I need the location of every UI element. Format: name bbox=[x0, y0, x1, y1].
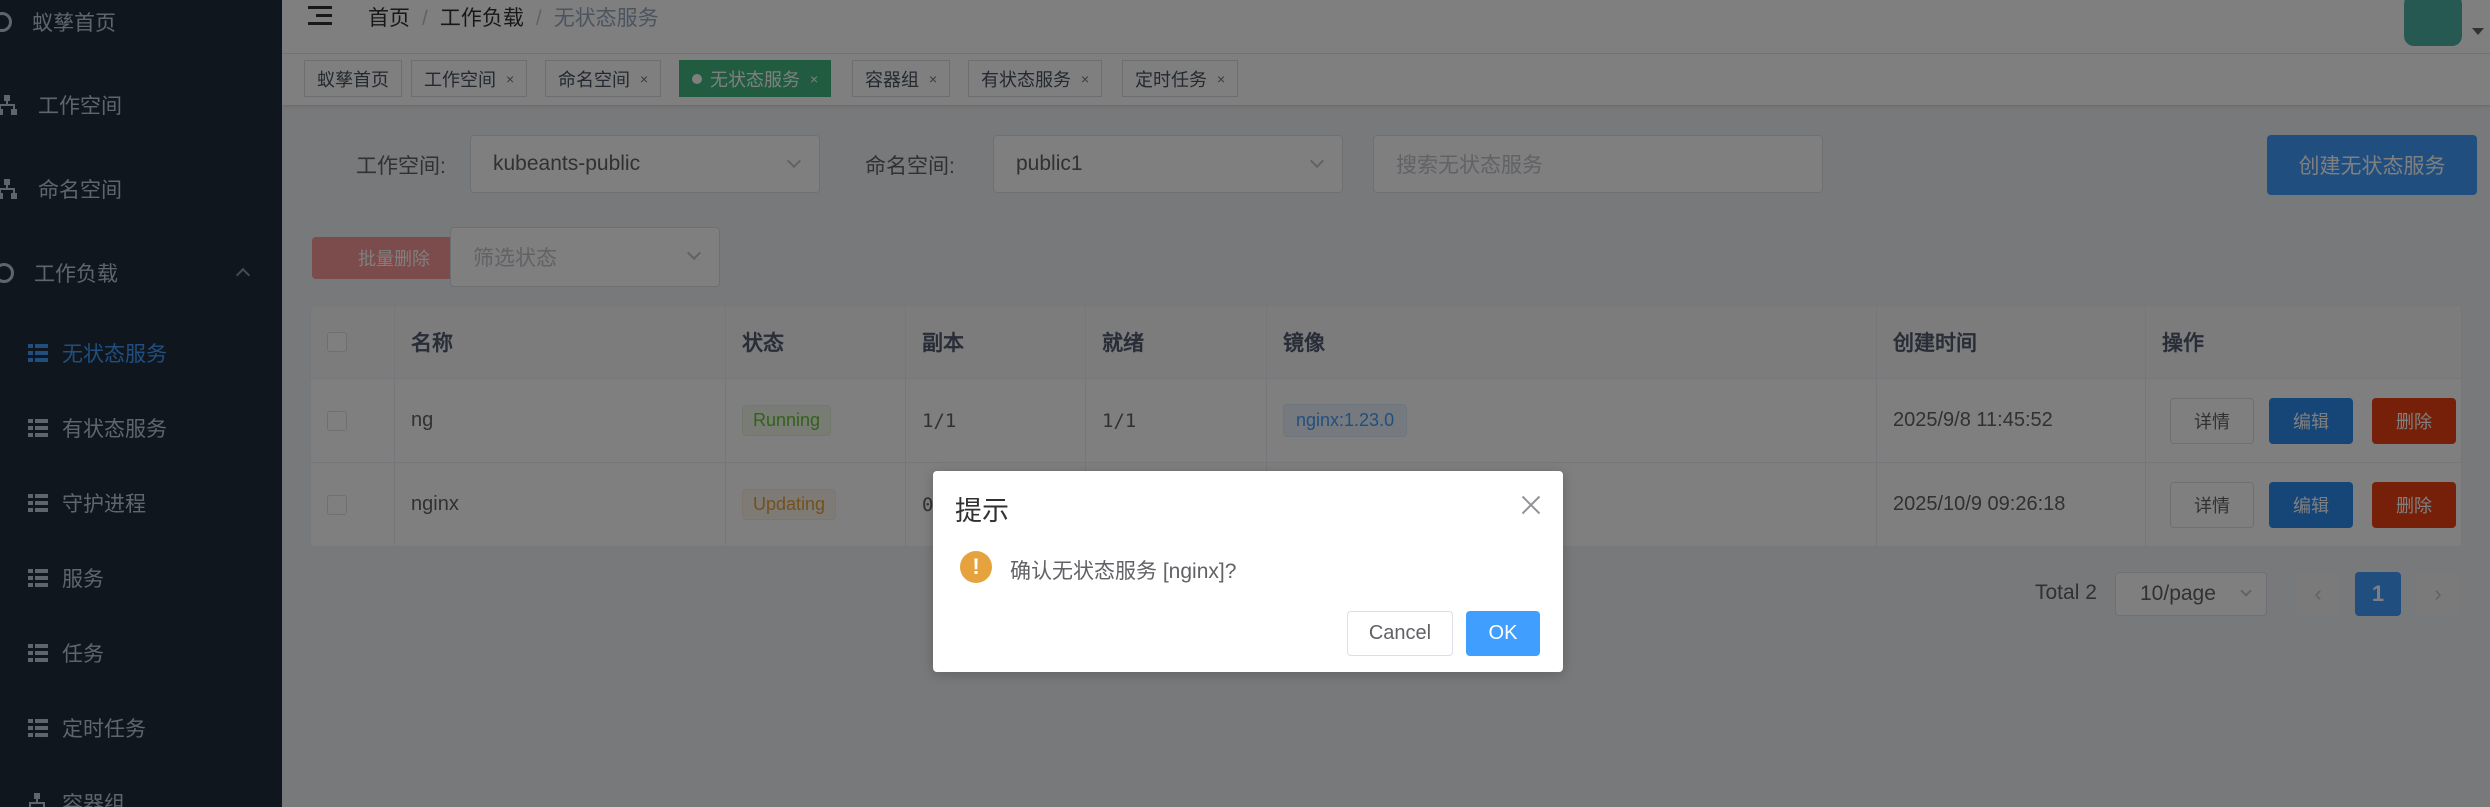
warning-icon: ! bbox=[960, 551, 992, 583]
ok-button[interactable]: OK bbox=[1466, 611, 1540, 656]
modal-overlay[interactable] bbox=[0, 0, 2490, 807]
dialog-message: 确认无状态服务 [nginx]? bbox=[1010, 560, 1237, 583]
close-icon[interactable] bbox=[1521, 495, 1541, 515]
dialog-title: 提示 bbox=[955, 496, 1009, 526]
confirm-dialog: 提示 ! 确认无状态服务 [nginx]? Cancel OK bbox=[933, 471, 1563, 672]
cancel-button[interactable]: Cancel bbox=[1347, 611, 1453, 656]
